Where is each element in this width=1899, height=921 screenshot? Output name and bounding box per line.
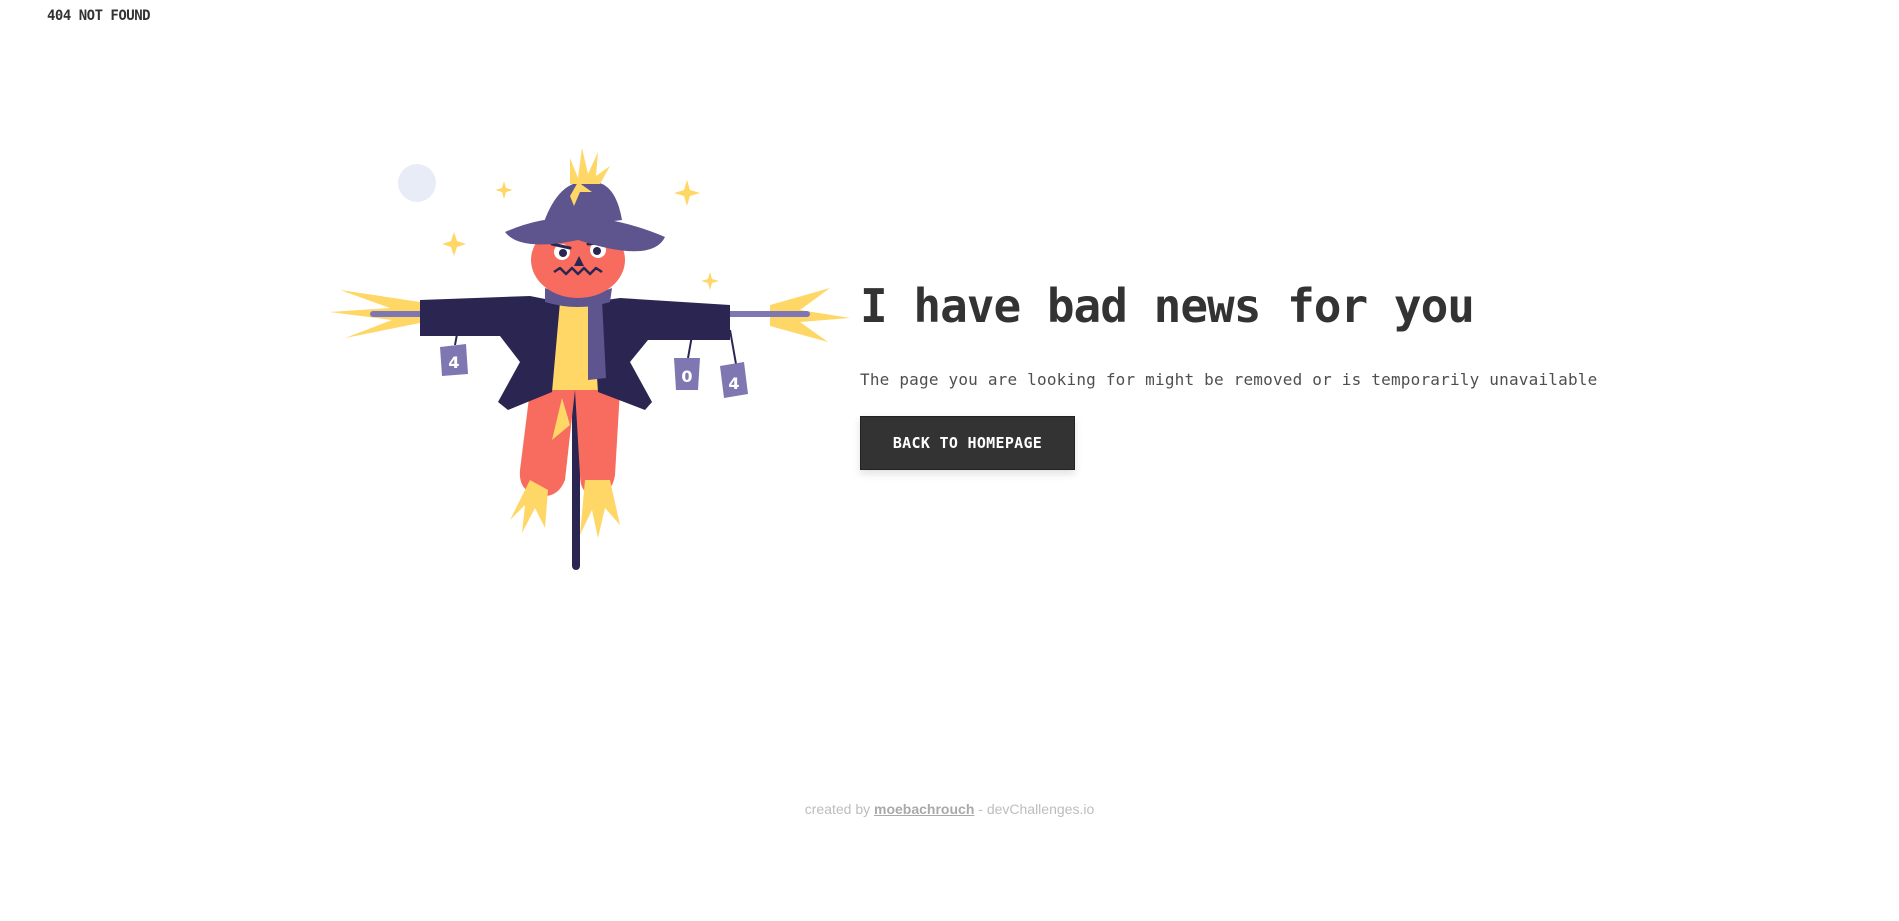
error-content: I have bad news for you The page you are… (860, 274, 1597, 470)
footer-credit: created by moebachrouch - devChallenges.… (0, 801, 1899, 817)
page-title: I have bad news for you (860, 279, 1475, 333)
error-description: The page you are looking for might be re… (860, 370, 1598, 389)
footer-prefix: created by (804, 801, 871, 817)
can-label-middle: 0 (681, 367, 692, 386)
hat (505, 148, 665, 252)
can-label-right: 4 (728, 374, 739, 393)
brand-title: 404 NOT FOUND (47, 8, 151, 24)
scarecrow-illustration: 4 0 4 (330, 148, 850, 570)
footer-suffix: - devChallenges.io (978, 801, 1095, 817)
back-to-homepage-button[interactable]: BACK TO HOMEPAGE (860, 416, 1075, 470)
straw-feet (510, 480, 620, 538)
moon-icon (398, 164, 436, 202)
author-link[interactable]: moebachrouch (874, 801, 974, 817)
can-label-left: 4 (448, 353, 459, 372)
can-right: 4 (720, 329, 748, 398)
